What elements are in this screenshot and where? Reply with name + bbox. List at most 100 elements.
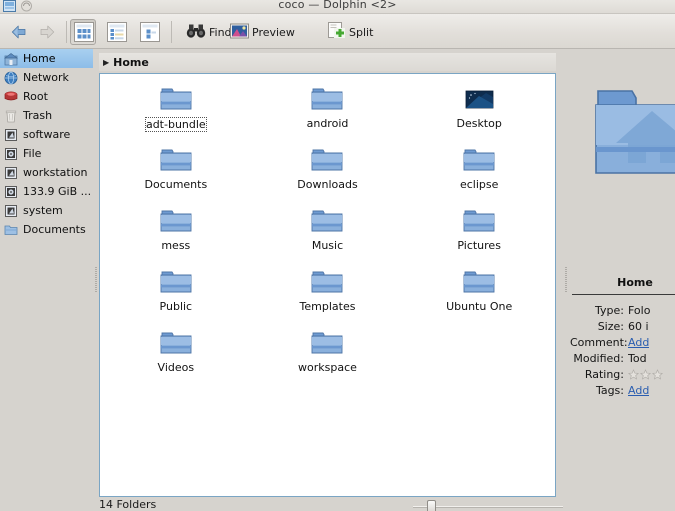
file-item-pictures[interactable]: Pictures xyxy=(403,206,555,259)
infopanel-splitter[interactable] xyxy=(563,49,569,511)
folder-icon xyxy=(462,206,496,236)
star-icon xyxy=(628,368,639,380)
file-item-public[interactable]: Public xyxy=(100,267,252,320)
info-row-modified: Modified: Tod xyxy=(570,350,675,366)
sidebar-item-root[interactable]: Root xyxy=(0,87,93,106)
folder-icon xyxy=(310,84,344,114)
forward-button[interactable] xyxy=(34,20,60,44)
drive-icon xyxy=(4,128,18,142)
folder-icon xyxy=(310,145,344,175)
split-label: Split xyxy=(349,25,374,39)
info-value: Folo xyxy=(628,303,651,317)
folder-icon xyxy=(159,328,193,358)
file-name: eclipse xyxy=(459,178,499,191)
sidebar-item-label: software xyxy=(23,128,71,141)
file-item-adt-bundle[interactable]: adt-bundle xyxy=(100,84,252,137)
info-title: Home xyxy=(617,276,653,289)
split-button[interactable]: Split xyxy=(324,20,377,44)
star-icon xyxy=(640,368,651,380)
info-value: 60 i xyxy=(628,319,649,333)
folder-icon xyxy=(462,145,496,175)
info-value-link[interactable]: Add xyxy=(628,336,649,349)
sidebar-item-home[interactable]: Home xyxy=(0,49,93,68)
info-row-tags[interactable]: Tags: Add xyxy=(570,382,675,398)
preview-image-icon xyxy=(230,23,249,42)
file-item-workspace[interactable]: workspace xyxy=(252,328,404,381)
details-view-icon xyxy=(107,22,127,42)
sidebar-item-label: Network xyxy=(23,71,69,84)
binoculars-icon xyxy=(186,23,206,42)
status-bar: 14 Folders xyxy=(99,498,563,511)
file-item-android[interactable]: android xyxy=(252,84,404,137)
breadcrumb[interactable]: ▶ Home xyxy=(99,53,556,71)
info-divider xyxy=(572,294,675,295)
icons-view-icon xyxy=(74,22,94,42)
preview-label: Preview xyxy=(252,25,295,39)
info-value-link[interactable]: Add xyxy=(628,384,649,397)
sidebar-item-volume-133gib[interactable]: 133.9 GiB ... xyxy=(0,182,93,201)
sidebar-item-file[interactable]: File xyxy=(0,144,93,163)
trash-icon xyxy=(4,109,18,123)
disc-icon xyxy=(4,147,18,161)
chevron-right-icon: ▶ xyxy=(103,57,110,67)
toolbar-separator-2 xyxy=(171,21,172,43)
dolphin-window: coco — Dolphin <2> Find Preview Split Ho… xyxy=(0,0,675,511)
file-item-templates[interactable]: Templates xyxy=(252,267,404,320)
columns-view-icon xyxy=(140,22,160,42)
sidebar-item-label: workstation xyxy=(23,166,88,179)
file-grid: adt-bundle android Desktop Documents Dow… xyxy=(100,84,555,381)
file-item-videos[interactable]: Videos xyxy=(100,328,252,381)
breadcrumb-path[interactable]: Home xyxy=(113,56,149,69)
folder-icon xyxy=(310,328,344,358)
sidebar-item-system[interactable]: system xyxy=(0,201,93,220)
sidebar-item-label: 133.9 GiB ... xyxy=(23,185,92,198)
file-item-documents[interactable]: Documents xyxy=(100,145,252,198)
file-item-desktop[interactable]: Desktop xyxy=(403,84,555,137)
drive-icon xyxy=(4,166,18,180)
info-row-rating[interactable]: Rating: xyxy=(570,366,675,382)
star-icon-group[interactable] xyxy=(628,368,663,380)
folder-icon xyxy=(4,223,18,237)
file-view[interactable]: adt-bundle android Desktop Documents Dow… xyxy=(99,73,556,497)
drive-icon xyxy=(4,204,18,218)
file-item-ubuntu-one[interactable]: Ubuntu One xyxy=(403,267,555,320)
sidebar-item-trash[interactable]: Trash xyxy=(0,106,93,125)
file-item-downloads[interactable]: Downloads xyxy=(252,145,404,198)
sidebar-item-label: Home xyxy=(23,52,56,65)
sidebar-item-network[interactable]: Network xyxy=(0,68,93,87)
file-name: mess xyxy=(161,239,191,252)
info-value: Tod xyxy=(628,351,647,365)
file-item-mess[interactable]: mess xyxy=(100,206,252,259)
sidebar-item-software[interactable]: software xyxy=(0,125,93,144)
sidebar-item-label: File xyxy=(23,147,42,160)
file-name: Public xyxy=(159,300,193,313)
file-name: android xyxy=(306,117,349,130)
info-properties: Type: Folo Size: 60 i Comment: Add Modif… xyxy=(570,302,675,398)
info-row-comment[interactable]: Comment: Add xyxy=(570,334,675,350)
file-name: adt-bundle xyxy=(144,117,207,132)
zoom-slider-handle[interactable] xyxy=(427,500,436,511)
info-key: Type: xyxy=(595,303,624,317)
rating-stars[interactable] xyxy=(628,368,663,380)
file-item-eclipse[interactable]: eclipse xyxy=(403,145,555,198)
sidebar-item-documents[interactable]: Documents xyxy=(0,220,93,239)
columns-view-button[interactable] xyxy=(136,19,162,45)
zoom-slider[interactable] xyxy=(413,500,563,511)
info-row-type: Type: Folo xyxy=(570,302,675,318)
file-item-music[interactable]: Music xyxy=(252,206,404,259)
back-button[interactable] xyxy=(6,20,32,44)
sidebar-item-workstation[interactable]: workstation xyxy=(0,163,93,182)
file-name: Pictures xyxy=(457,239,501,252)
status-text: 14 Folders xyxy=(99,498,157,511)
folder-icon xyxy=(310,267,344,297)
title-bar: coco — Dolphin <2> xyxy=(0,0,675,14)
icons-view-button[interactable] xyxy=(70,19,96,45)
file-name: Music xyxy=(311,239,344,252)
file-name: Desktop xyxy=(456,117,502,130)
details-view-button[interactable] xyxy=(103,19,129,45)
preview-button[interactable]: Preview xyxy=(226,20,299,44)
toolbar: Find Preview Split xyxy=(0,14,675,49)
folder-icon xyxy=(310,206,344,236)
root-icon xyxy=(4,90,18,104)
home-folder-large-icon xyxy=(594,85,675,185)
